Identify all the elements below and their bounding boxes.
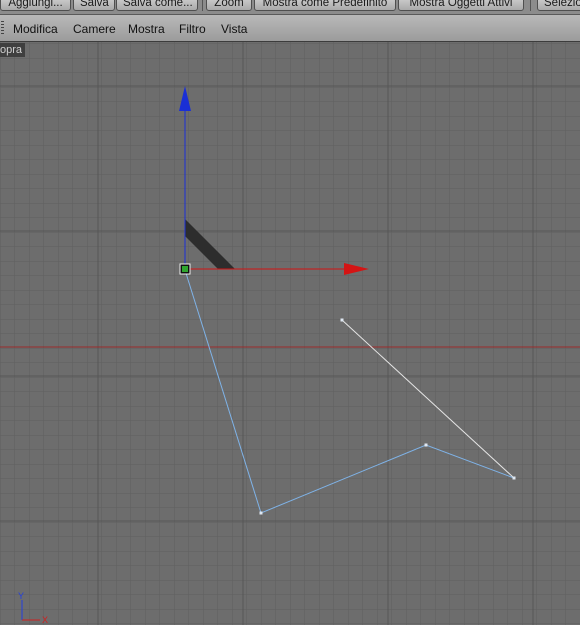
- viewport-label[interactable]: opra: [0, 43, 26, 57]
- menu-filter[interactable]: Filtro: [179, 15, 206, 41]
- show-active-objects-button[interactable]: Mostra Oggetti Attivi: [398, 0, 524, 11]
- toolbar-separator: [530, 0, 531, 11]
- show-as-default-button[interactable]: Mostra come Predefinito: [254, 0, 396, 11]
- viewport[interactable]: Y X opra: [0, 42, 580, 625]
- origin-handle-center: [182, 266, 188, 272]
- toolbar-separator: [202, 0, 203, 11]
- menu-edit[interactable]: Modifica: [13, 15, 58, 41]
- gizmo-x-label: X: [42, 615, 48, 625]
- minor-grid: [0, 42, 580, 625]
- grip-icon[interactable]: [1, 21, 4, 36]
- spline-point: [259, 511, 263, 515]
- toolbar: Aggiungi... Salva Salva come... Zoom Mos…: [0, 0, 580, 15]
- menu-bar: Modifica Camere Mostra Filtro Vista: [0, 15, 580, 42]
- gizmo-y-label: Y: [18, 591, 24, 601]
- zoom-button[interactable]: Zoom: [206, 0, 252, 11]
- select-button[interactable]: Selezio: [537, 0, 580, 11]
- menu-view[interactable]: Vista: [221, 15, 247, 41]
- save-as-button[interactable]: Salva come...: [116, 0, 198, 11]
- spline-point: [424, 443, 428, 447]
- viewport-canvas[interactable]: Y X: [0, 42, 580, 625]
- save-button[interactable]: Salva: [73, 0, 115, 11]
- add-button[interactable]: Aggiungi...: [0, 0, 71, 11]
- spline-point: [340, 318, 344, 322]
- spline-point: [512, 476, 516, 480]
- menu-cameras[interactable]: Camere: [73, 15, 116, 41]
- menu-display[interactable]: Mostra: [128, 15, 165, 41]
